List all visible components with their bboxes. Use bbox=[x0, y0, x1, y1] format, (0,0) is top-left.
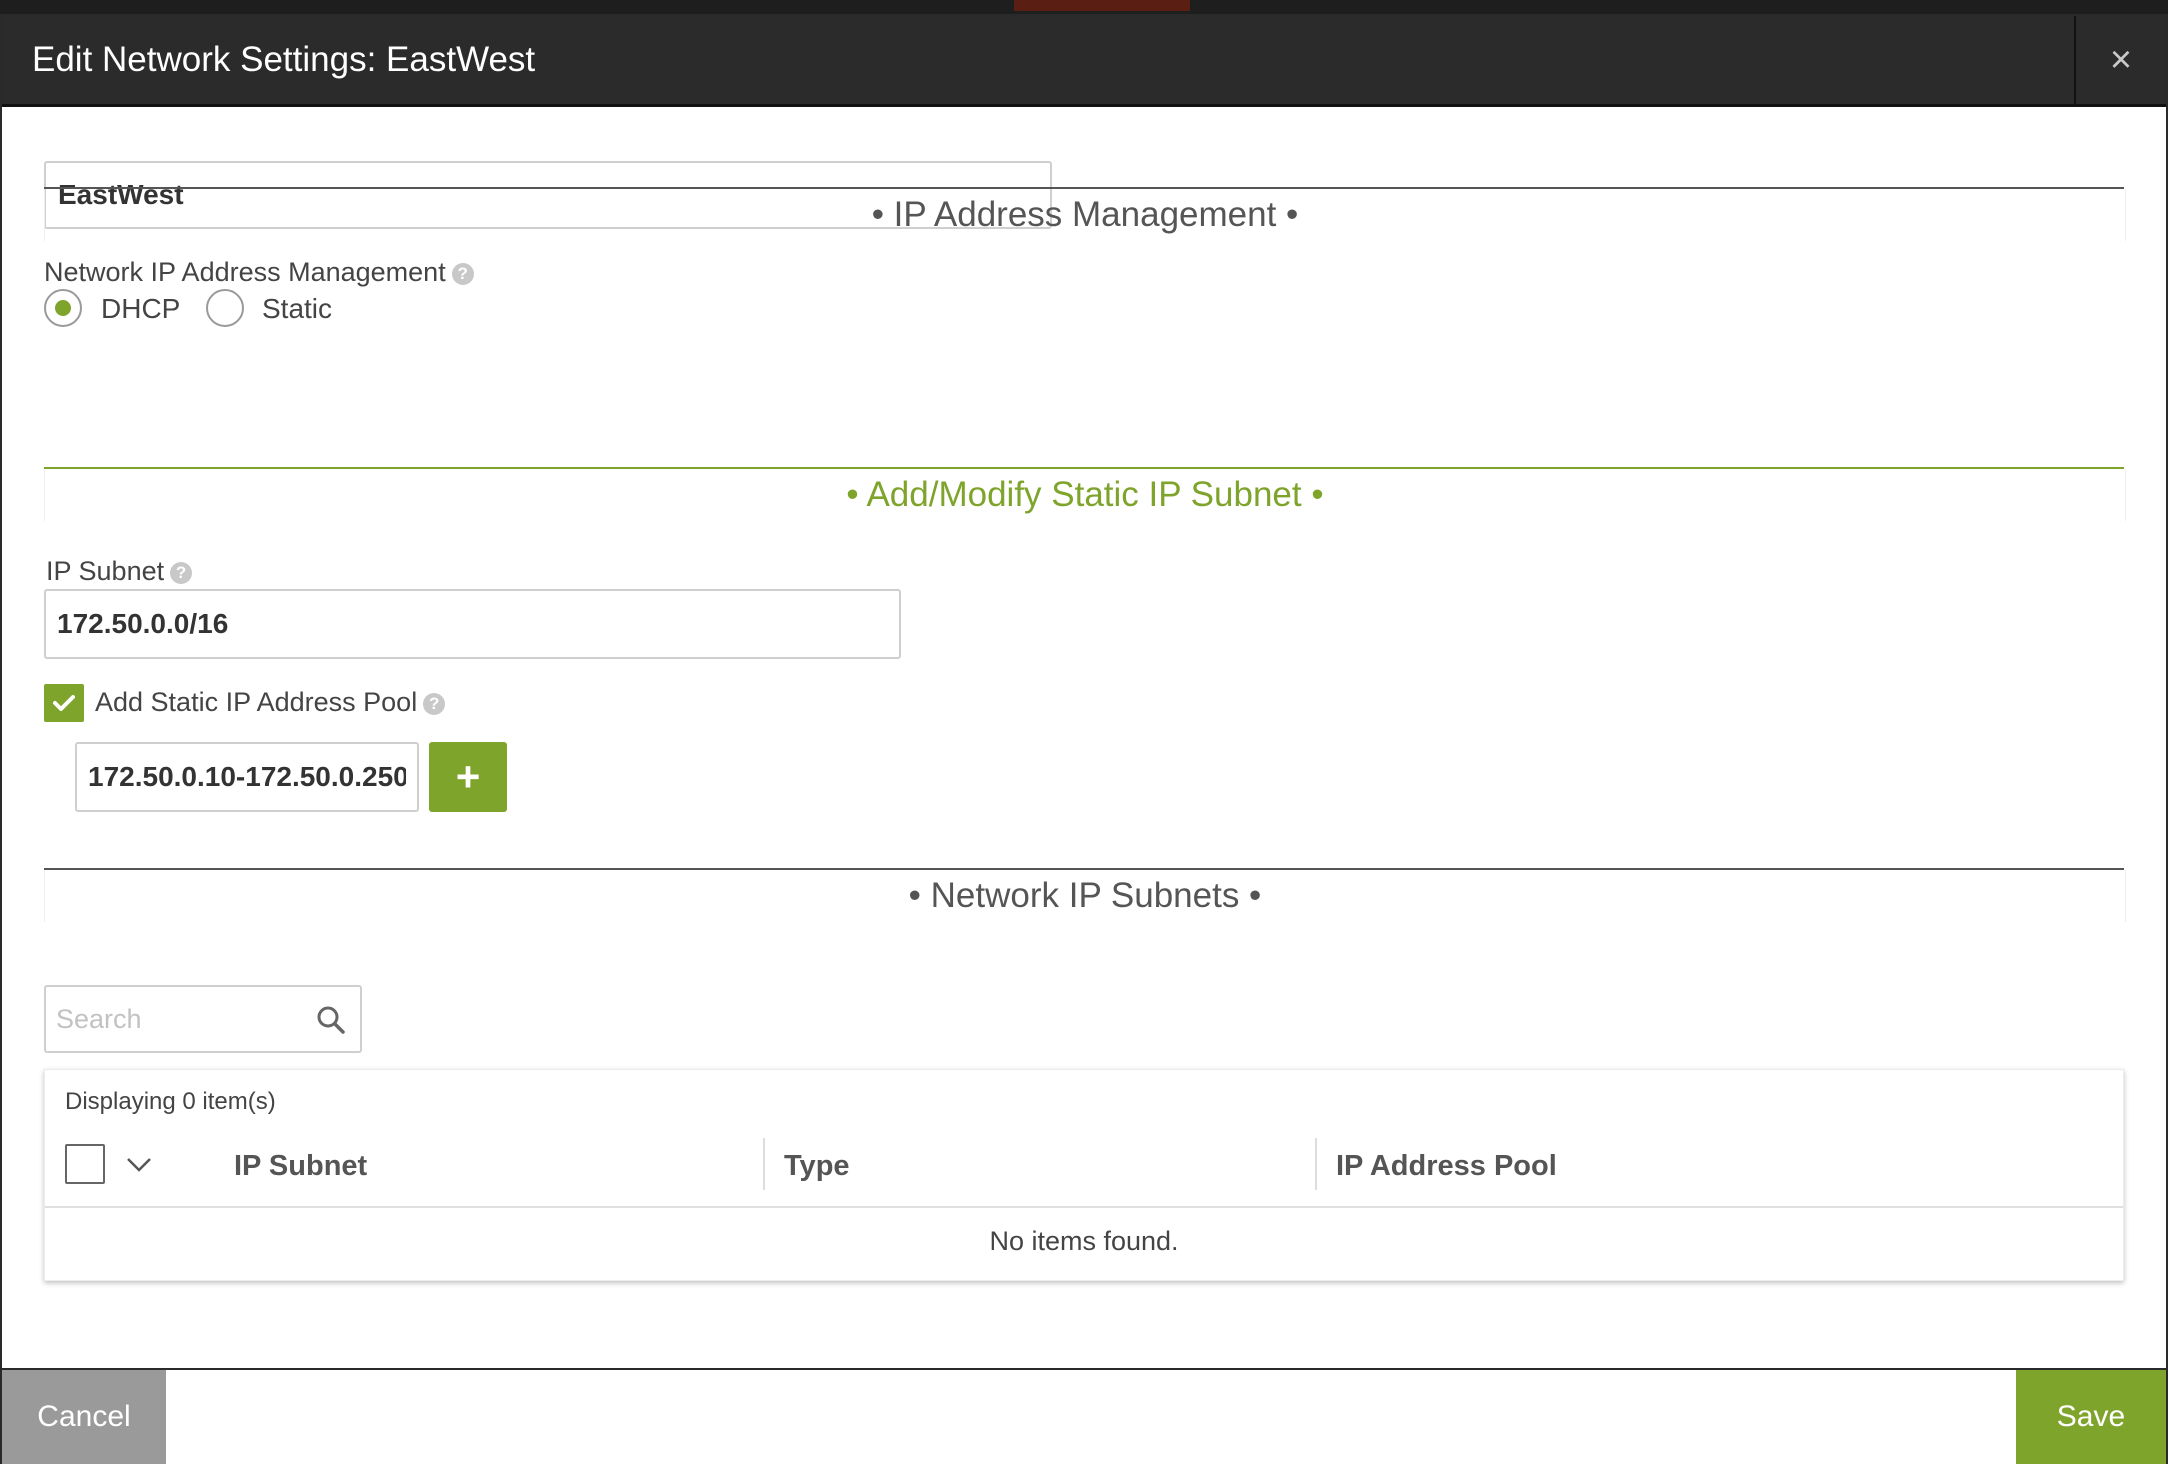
empty-table-message: No items found. bbox=[989, 1226, 1179, 1256]
dialog-footer: Cancel Save bbox=[2, 1368, 2166, 1464]
column-divider bbox=[763, 1138, 765, 1190]
close-icon: × bbox=[2109, 38, 2133, 81]
ip-subnet-input[interactable] bbox=[44, 589, 901, 659]
check-icon bbox=[53, 695, 75, 711]
edit-network-dialog: Edit Network Settings: EastWest × • IP A… bbox=[0, 14, 2168, 1464]
column-header-type[interactable]: Type bbox=[784, 1144, 850, 1188]
radio-selected-dot bbox=[55, 300, 71, 316]
display-count: Displaying 0 item(s) bbox=[65, 1088, 276, 1115]
select-all-checkbox[interactable] bbox=[65, 1144, 105, 1184]
save-button[interactable]: Save bbox=[2016, 1370, 2166, 1464]
static-subnet-section-title: • Add/Modify Static IP Subnet • bbox=[44, 469, 2126, 521]
ip-subnet-label-text: IP Subnet bbox=[46, 556, 165, 586]
subnets-section-title: • Network IP Subnets • bbox=[44, 870, 2126, 922]
dhcp-radio-label[interactable]: DHCP bbox=[101, 293, 180, 325]
help-icon[interactable]: ? bbox=[451, 262, 474, 285]
ipam-field-label: Network IP Address Management? bbox=[44, 257, 474, 288]
column-header-ip-address-pool[interactable]: IP Address Pool bbox=[1336, 1144, 1557, 1188]
search-input[interactable] bbox=[46, 987, 316, 1051]
dialog-header: Edit Network Settings: EastWest × bbox=[2, 16, 2166, 107]
plus-icon: + bbox=[455, 753, 481, 800]
search-icon[interactable] bbox=[316, 1005, 346, 1035]
dialog-title: Edit Network Settings: EastWest bbox=[32, 40, 536, 79]
add-pool-label-text[interactable]: Add Static IP Address Pool bbox=[95, 687, 417, 717]
add-pool-checkbox[interactable] bbox=[44, 684, 84, 722]
static-radio-label[interactable]: Static bbox=[262, 293, 332, 325]
header-divider bbox=[45, 1206, 2123, 1208]
column-header-ip-subnet[interactable]: IP Subnet bbox=[234, 1144, 367, 1188]
background-tab-accent bbox=[1014, 0, 1190, 11]
help-icon[interactable]: ? bbox=[423, 692, 446, 715]
ipam-label-text: Network IP Address Management bbox=[44, 257, 446, 287]
ipam-section-title: • IP Address Management • bbox=[44, 189, 2126, 241]
static-radio[interactable] bbox=[206, 289, 244, 327]
cancel-button[interactable]: Cancel bbox=[2, 1370, 166, 1464]
search-box bbox=[44, 985, 362, 1053]
add-pool-button[interactable]: + bbox=[429, 742, 507, 812]
ip-pool-input[interactable] bbox=[75, 742, 419, 812]
column-divider bbox=[1315, 1138, 1317, 1190]
subnets-table: Displaying 0 item(s) IP Subnet Type IP A… bbox=[44, 1069, 2124, 1281]
close-button[interactable]: × bbox=[2074, 16, 2166, 104]
dhcp-radio[interactable] bbox=[44, 289, 82, 327]
ip-subnet-field-label: IP Subnet? bbox=[46, 556, 193, 587]
add-pool-field-label: Add Static IP Address Pool? bbox=[95, 687, 446, 718]
help-icon[interactable]: ? bbox=[170, 561, 193, 584]
chevron-down-icon[interactable] bbox=[123, 1150, 155, 1178]
